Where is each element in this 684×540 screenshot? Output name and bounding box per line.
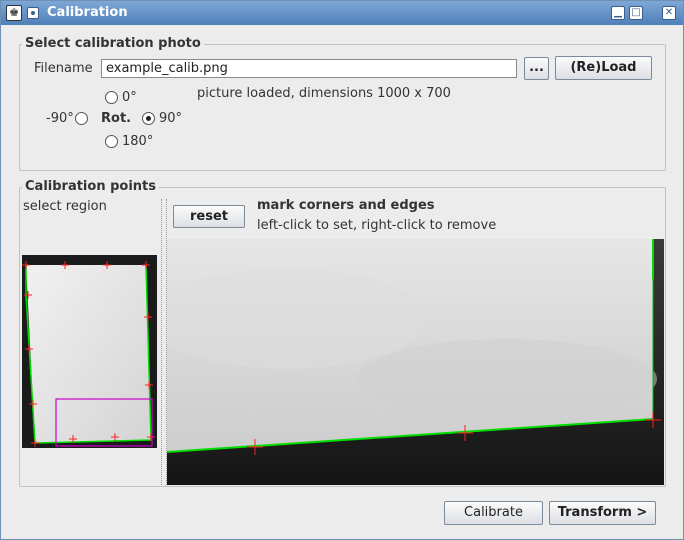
zoomed-image[interactable] (167, 239, 664, 485)
rot-0-radio[interactable] (105, 91, 118, 104)
rot-180-label: 180° (122, 134, 154, 149)
window-menu-icon[interactable] (27, 7, 39, 19)
close-icon[interactable]: ✕ (662, 6, 676, 20)
select-region-label: select region (23, 199, 107, 214)
rot-90-radio[interactable] (142, 112, 155, 125)
title-bar: ♚ Calibration ▁ □ ✕ (1, 1, 683, 25)
rot-neg90-label: -90° (46, 111, 74, 126)
rot-neg90-radio[interactable] (75, 112, 88, 125)
window-title: Calibration (47, 5, 128, 20)
thumbnail-image[interactable] (22, 255, 157, 448)
points-group-title: Calibration points (22, 179, 159, 194)
reload-button[interactable]: (Re)Load (555, 56, 652, 80)
filename-label: Filename (34, 61, 93, 76)
calibrate-button[interactable]: Calibrate (444, 501, 543, 525)
app-icon: ♚ (6, 5, 22, 21)
mark-hint: left-click to set, right-click to remove (257, 218, 497, 233)
transform-button[interactable]: Transform > (549, 501, 656, 525)
reset-button[interactable]: reset (173, 205, 245, 228)
filename-field[interactable]: example_calib.png (101, 59, 517, 78)
rotation-label: Rot. (101, 111, 132, 126)
photo-group-title: Select calibration photo (22, 36, 204, 51)
rot-0-label: 0° (122, 90, 137, 105)
load-status-text: picture loaded, dimensions 1000 x 700 (197, 86, 451, 101)
minimize-icon[interactable]: ▁ (611, 6, 625, 20)
calibration-window: ♚ Calibration ▁ □ ✕ Select calibration p… (0, 0, 684, 540)
rot-180-radio[interactable] (105, 135, 118, 148)
mark-heading: mark corners and edges (257, 198, 435, 213)
rot-90-label: 90° (159, 111, 183, 126)
calibration-viewer[interactable] (167, 239, 664, 485)
browse-button[interactable]: ... (524, 57, 549, 80)
maximize-icon[interactable]: □ (629, 6, 643, 20)
region-thumbnail[interactable] (22, 255, 157, 448)
